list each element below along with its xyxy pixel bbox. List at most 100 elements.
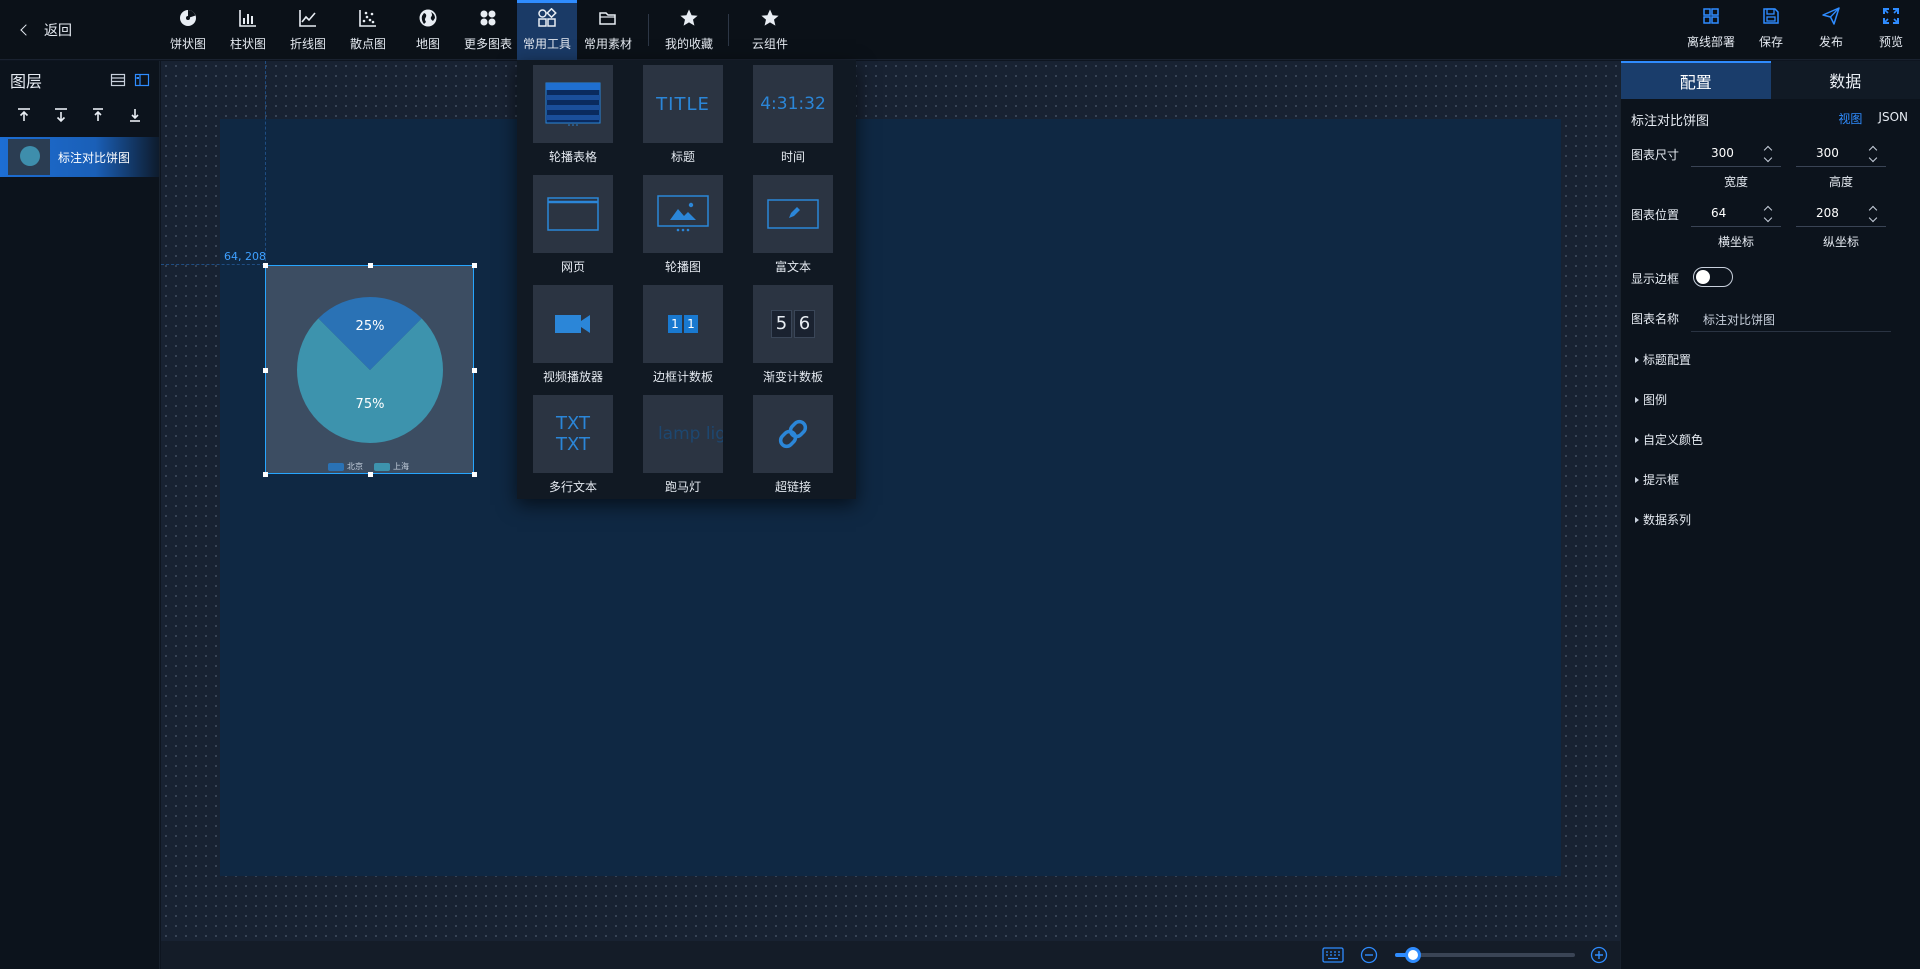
tool-my-favorites[interactable]: 我的收藏	[658, 0, 720, 60]
x-input[interactable]: 64	[1691, 201, 1781, 227]
send-to-bottom-icon[interactable]	[127, 107, 143, 123]
chevron-down-icon[interactable]	[1763, 213, 1773, 223]
resize-handle[interactable]	[263, 472, 268, 477]
zoom-out-icon[interactable]	[1360, 946, 1378, 964]
list-view-icon[interactable]	[110, 72, 126, 88]
section-label: 提示框	[1643, 473, 1680, 487]
multiline-text-icon: TXT TXT	[533, 395, 613, 473]
action-label: 发布	[1818, 35, 1843, 49]
tool-common-tools[interactable]: 常用工具	[517, 0, 577, 60]
scatter-chart-icon	[357, 7, 379, 29]
section-legend[interactable]: 图例	[1635, 391, 1667, 408]
height-stepper[interactable]	[1868, 143, 1878, 165]
tool-bar-chart[interactable]: 柱状图	[218, 0, 278, 60]
json-mode-button[interactable]: JSON	[1878, 110, 1908, 127]
caret-right-icon	[1635, 436, 1639, 443]
config-tabs: 配置 数据	[1621, 61, 1920, 99]
section-data-series[interactable]: 数据系列	[1635, 511, 1691, 528]
height-input[interactable]: 300	[1796, 141, 1886, 167]
chart-name-input[interactable]: 标注对比饼图	[1691, 304, 1891, 332]
view-mode-button[interactable]: 视图	[1838, 110, 1862, 127]
x-stepper[interactable]	[1763, 203, 1773, 225]
star-icon	[759, 7, 781, 29]
bring-to-top-icon[interactable]	[90, 107, 106, 123]
keyboard-icon[interactable]	[1322, 947, 1344, 963]
tool-multiline-text[interactable]: TXT TXT 多行文本	[533, 395, 613, 495]
show-border-toggle[interactable]	[1693, 267, 1733, 287]
marquee-icon: lamp lig	[643, 395, 723, 473]
chevron-down-icon[interactable]	[1868, 213, 1878, 223]
tool-map[interactable]: 地图	[398, 0, 458, 60]
y-input[interactable]: 208	[1796, 201, 1886, 227]
chevron-down-icon[interactable]	[1763, 153, 1773, 163]
resize-handle[interactable]	[263, 368, 268, 373]
tool-scatter-chart[interactable]: 散点图	[338, 0, 398, 60]
back-button[interactable]: 返回	[20, 18, 72, 42]
grid-icon	[1701, 6, 1721, 26]
section-custom-colors[interactable]: 自定义颜色	[1635, 431, 1703, 448]
section-label: 数据系列	[1643, 513, 1692, 527]
resize-handle[interactable]	[472, 263, 477, 268]
zoom-slider-thumb[interactable]	[1405, 947, 1421, 963]
section-label: 图例	[1643, 393, 1668, 407]
resize-handle[interactable]	[263, 263, 268, 268]
tool-image-carousel[interactable]: 轮播图	[643, 175, 723, 275]
tool-line-chart[interactable]: 折线图	[278, 0, 338, 60]
move-up-icon[interactable]	[16, 107, 32, 123]
toggle-knob	[1696, 270, 1710, 284]
tool-marquee[interactable]: lamp lig 跑马灯	[643, 395, 723, 495]
multiline-preview-text: TXT TXT	[555, 413, 590, 455]
tool-item-label: 时间	[780, 150, 805, 164]
tool-label: 饼状图	[169, 37, 206, 51]
resize-handle[interactable]	[368, 472, 373, 477]
width-stepper[interactable]	[1763, 143, 1773, 165]
resize-handle[interactable]	[472, 472, 477, 477]
chevron-down-icon[interactable]	[1868, 153, 1878, 163]
tool-rich-text[interactable]: 富文本	[753, 175, 833, 275]
tool-gradient-counter[interactable]: 56 渐变计数板	[753, 285, 833, 385]
title-preview-text: TITLE	[656, 93, 710, 115]
move-down-icon[interactable]	[53, 107, 69, 123]
tool-item-label: 标题	[670, 150, 695, 164]
layer-item[interactable]: 标注对比饼图	[0, 137, 159, 177]
save-button[interactable]: 保存	[1741, 0, 1801, 60]
screen-stage[interactable]	[220, 119, 1561, 876]
publish-button[interactable]: 发布	[1801, 0, 1861, 60]
tool-label: 更多图表	[463, 37, 512, 51]
section-tooltip[interactable]: 提示框	[1635, 471, 1679, 488]
tool-pie-chart[interactable]: 饼状图	[158, 0, 218, 60]
tool-border-counter[interactable]: 11 边框计数板	[643, 285, 723, 385]
tool-label: 散点图	[349, 37, 386, 51]
y-value: 208	[1816, 206, 1839, 220]
tool-item-label: 视频播放器	[542, 370, 603, 384]
resize-handle[interactable]	[368, 263, 373, 268]
tool-common-assets[interactable]: 常用素材	[578, 0, 638, 60]
carousel-table-icon	[533, 65, 613, 143]
width-input[interactable]: 300	[1691, 141, 1781, 167]
tool-hyperlink[interactable]: 超链接	[753, 395, 833, 495]
pie-chart-widget[interactable]: 25% 75% 北京 上海	[263, 263, 477, 477]
tool-video-player[interactable]: 视频播放器	[533, 285, 613, 385]
layer-order-toolbar	[0, 99, 159, 131]
y-stepper[interactable]	[1868, 203, 1878, 225]
toolbar-divider	[728, 14, 729, 46]
tab-data[interactable]: 数据	[1770, 61, 1920, 99]
tool-carousel-table[interactable]: 轮播表格	[533, 65, 613, 165]
zoom-in-icon[interactable]	[1590, 946, 1608, 964]
zoom-slider[interactable]	[1395, 947, 1575, 963]
offline-deploy-button[interactable]: 离线部署	[1681, 0, 1741, 60]
tool-item-label: 超链接	[774, 480, 811, 494]
tool-title[interactable]: TITLE 标题	[643, 65, 723, 165]
section-title-config[interactable]: 标题配置	[1635, 351, 1691, 368]
preview-button[interactable]: 预览	[1861, 0, 1920, 60]
tool-webpage[interactable]: 网页	[533, 175, 613, 275]
line-chart-icon	[297, 7, 319, 29]
canvas-area[interactable]	[161, 61, 1620, 941]
tool-time[interactable]: 4:31:32 时间	[753, 65, 833, 165]
tab-config[interactable]: 配置	[1621, 61, 1771, 99]
action-label: 离线部署	[1686, 35, 1735, 49]
tool-cloud-components[interactable]: 云组件	[740, 0, 800, 60]
resize-handle[interactable]	[472, 368, 477, 373]
tool-more-charts[interactable]: 更多图表	[458, 0, 518, 60]
thumbnail-view-icon[interactable]	[134, 72, 150, 88]
